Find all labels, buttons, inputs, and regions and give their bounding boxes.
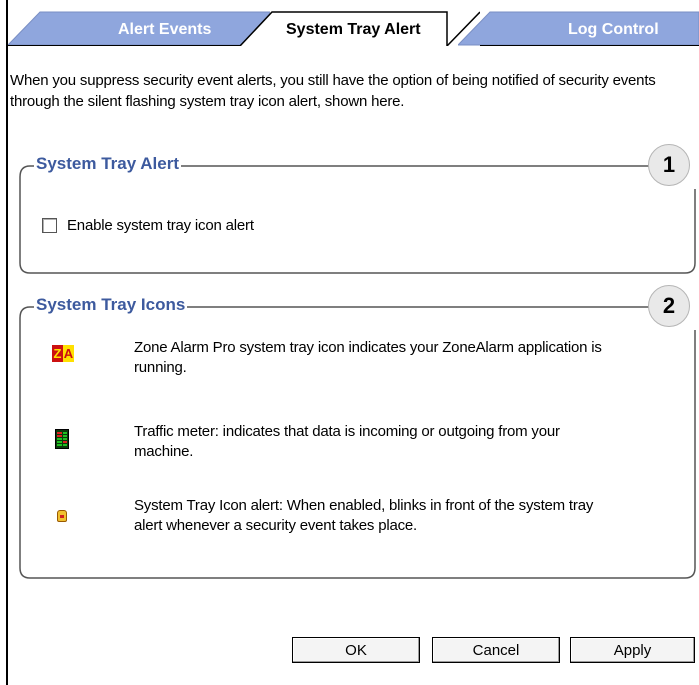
traffic-meter-icon — [55, 429, 69, 449]
step-badge: 1 — [648, 144, 690, 186]
tray-icon-description: System Tray Icon alert: When enabled, bl… — [134, 497, 594, 534]
apply-button[interactable]: Apply — [570, 637, 695, 663]
tab-log-control-label: Log Control — [568, 21, 659, 38]
tab-system-tray-alert-label: System Tray Alert — [286, 21, 421, 38]
settings-panel: Alert Events Log Control System Tray Ale… — [0, 0, 699, 685]
tab-alert-events[interactable]: Alert Events — [8, 0, 270, 46]
system-tray-alert-group: System Tray Alert 1 Enable system tray i… — [18, 144, 699, 275]
tab-system-tray-alert[interactable]: System Tray Alert — [240, 0, 480, 46]
group-title: System Tray Alert — [34, 153, 181, 175]
enable-tray-alert-checkbox[interactable] — [42, 218, 57, 233]
intro-text: When you suppress security event alerts,… — [10, 72, 656, 110]
enable-tray-alert-label: Enable system tray icon alert — [67, 217, 254, 234]
panel-left-border — [6, 0, 8, 685]
group-title: System Tray Icons — [34, 294, 188, 316]
tray-icon-description: Zone Alarm Pro system tray icon indicate… — [134, 339, 602, 376]
tab-log-control[interactable]: Log Control — [458, 0, 699, 46]
tray-alert-icon — [57, 510, 67, 522]
step-badge: 2 — [648, 285, 690, 327]
enable-tray-alert-row[interactable]: Enable system tray icon alert — [42, 217, 254, 234]
tray-icon-description: Traffic meter: indicates that data is in… — [134, 423, 560, 460]
tab-bar: Alert Events Log Control System Tray Ale… — [8, 0, 699, 46]
ok-button[interactable]: OK — [292, 637, 420, 663]
system-tray-icons-group: System Tray Icons 2 ZA Zone Alarm Pro sy… — [18, 285, 699, 582]
cancel-button[interactable]: Cancel — [432, 637, 560, 663]
zonealarm-icon: ZA — [52, 345, 74, 362]
tab-alert-events-label: Alert Events — [118, 21, 212, 38]
